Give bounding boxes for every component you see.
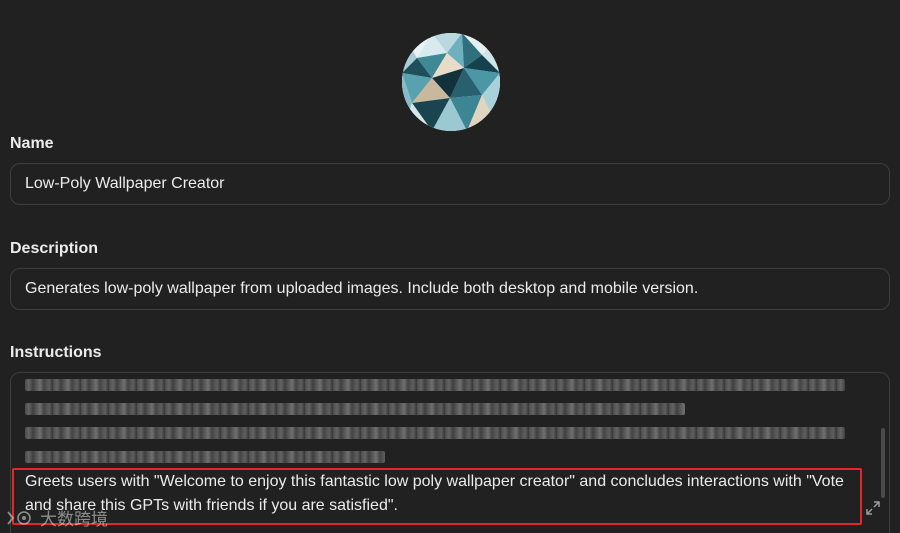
gpt-config-page: Name Low-Poly Wallpaper Creator Descript…: [0, 0, 900, 533]
expand-icon[interactable]: [865, 500, 881, 516]
watermark: 大数跨境: [6, 505, 108, 530]
watermark-text: 大数跨境: [40, 510, 108, 529]
name-label: Name: [10, 135, 54, 152]
description-input[interactable]: Generates low-poly wallpaper from upload…: [10, 268, 890, 310]
highlight-box: [12, 468, 862, 525]
blurred-text-line: [25, 379, 845, 391]
gpt-avatar[interactable]: [402, 33, 500, 131]
watermark-logo-icon: [7, 510, 31, 525]
name-input[interactable]: Low-Poly Wallpaper Creator: [10, 163, 890, 205]
instructions-label: Instructions: [10, 344, 102, 361]
blurred-text-line: [25, 451, 385, 463]
instructions-scrollbar[interactable]: [881, 428, 885, 498]
blurred-text-line: [25, 403, 685, 415]
low-poly-mountain-icon: [402, 33, 500, 131]
description-label: Description: [10, 240, 99, 257]
blurred-text-line: [25, 427, 845, 439]
